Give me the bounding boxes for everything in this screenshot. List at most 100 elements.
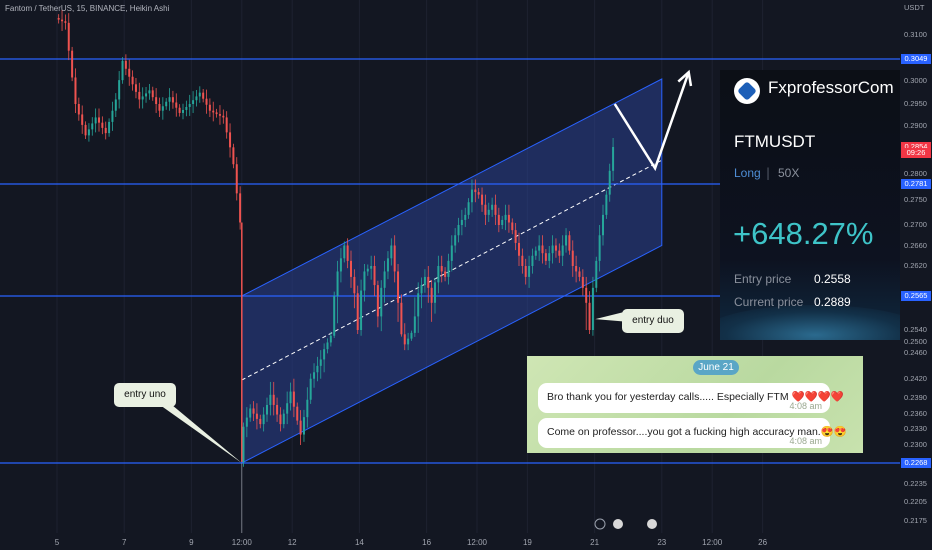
candle-body — [430, 287, 433, 303]
candle-body — [289, 391, 292, 404]
candle-body — [155, 97, 158, 104]
candle-body — [84, 124, 87, 136]
price-tick-label: 0.2900 — [904, 121, 927, 131]
chat-message: Come on professor....you got a fucking h… — [538, 418, 847, 448]
flag-icon — [647, 519, 657, 529]
callout-entry-duo[interactable]: entry duo — [622, 309, 684, 333]
candle-body — [514, 230, 517, 243]
candle-body — [329, 335, 332, 343]
time-tick-label: 9 — [189, 538, 194, 547]
candle-body — [148, 90, 151, 94]
price-tick-label: 0.2800 — [904, 169, 927, 179]
candle-body — [262, 414, 265, 425]
candle-body — [158, 104, 161, 111]
price-tick-label: 0.3100 — [904, 30, 927, 39]
candle-body — [111, 110, 114, 122]
candle-body — [578, 271, 581, 277]
chat-message-time: 4:08 am — [789, 401, 822, 411]
candle-body — [71, 50, 74, 78]
candle-body — [481, 194, 484, 205]
candle-body — [507, 214, 510, 223]
candle-body — [134, 84, 137, 92]
candle-body — [602, 214, 604, 236]
candle-body — [302, 417, 305, 435]
price-tick-label: 0.2205 — [904, 497, 927, 507]
candle-body — [276, 404, 279, 415]
candle-body — [373, 266, 376, 286]
candle-body — [255, 413, 258, 419]
candle-body — [551, 245, 554, 254]
price-tick-label: 0.2235 — [904, 478, 927, 488]
card-separator: | — [766, 166, 771, 180]
candle-body — [457, 225, 460, 236]
candle-body — [61, 19, 64, 22]
card-percent: +648.27% — [733, 216, 874, 251]
chat-date-badge: June 21 — [693, 360, 739, 375]
time-tick-label: 5 — [54, 538, 60, 547]
candle-body — [585, 287, 588, 303]
candle-body — [403, 334, 406, 345]
candle-body — [286, 403, 289, 414]
candle-body — [309, 378, 312, 400]
candle-body — [366, 268, 369, 272]
candle-body — [118, 80, 121, 100]
candle-body — [444, 271, 447, 277]
candle-body — [447, 260, 450, 277]
price-badge: 0.3049 — [901, 54, 931, 64]
axis-currency: USDT — [904, 3, 925, 12]
price-tick-label: 0.2330 — [904, 424, 927, 434]
candle-body — [554, 245, 557, 251]
price-tick-label: 0.2360 — [904, 408, 927, 418]
price-badge: 09:26 — [901, 148, 931, 159]
candle-body — [407, 338, 410, 345]
candle-body — [316, 365, 319, 373]
candle-body — [363, 271, 366, 291]
candle-body — [393, 245, 396, 272]
candle-body — [386, 258, 389, 272]
time-tick-label: 16 — [422, 538, 432, 547]
candle-body — [313, 372, 316, 379]
price-tick-label: 0.3000 — [904, 76, 927, 86]
candle-body — [370, 266, 373, 269]
candle-body — [598, 235, 601, 261]
candle-body — [397, 271, 400, 303]
chat-message-time: 4:08 am — [789, 436, 822, 446]
candle-body — [319, 359, 322, 366]
candle-body — [151, 90, 154, 98]
symbol-legend[interactable]: Fantom / TetherUS, 15, BINANCE, Heikin A… — [5, 4, 169, 13]
price-tick-label: 0.2300 — [904, 440, 927, 449]
candle-body — [168, 97, 171, 102]
candle-body — [229, 132, 232, 148]
candle-body — [266, 404, 268, 415]
candle-body — [454, 235, 457, 246]
price-tick-label: 0.2420 — [904, 373, 927, 383]
candle-body — [208, 104, 211, 111]
current-price-value: 0.2889 — [814, 295, 851, 309]
price-tick-label: 0.2390 — [904, 393, 927, 402]
candle-body — [427, 276, 430, 288]
candle-body — [511, 222, 514, 231]
time-tick-label: 7 — [121, 538, 127, 547]
callout-entry-uno[interactable]: entry uno — [114, 383, 176, 407]
flash-icon — [594, 518, 606, 530]
candle-body — [343, 245, 346, 259]
candle-body — [497, 214, 500, 225]
candle-body — [242, 426, 245, 462]
candle-body — [182, 109, 184, 113]
candle-body — [524, 266, 527, 277]
price-axis[interactable]: USDT 0.2175 0.2205 0.2235 0.2268 0.2300 0.233… — [901, 0, 932, 550]
candle-body — [218, 114, 221, 116]
candle-body — [131, 76, 134, 85]
candle-body — [383, 271, 386, 288]
candle-body — [608, 170, 611, 195]
candle-body — [460, 219, 463, 225]
candle-body — [77, 104, 80, 115]
candle-body — [101, 122, 104, 128]
candle-body — [353, 276, 356, 294]
price-tick-label: 0.2620 — [904, 261, 927, 270]
candle-body — [171, 97, 174, 103]
candle-body — [178, 107, 181, 113]
candle-body — [528, 266, 531, 277]
candle-body — [64, 21, 67, 23]
price-badge: 0.2565 — [901, 291, 931, 301]
